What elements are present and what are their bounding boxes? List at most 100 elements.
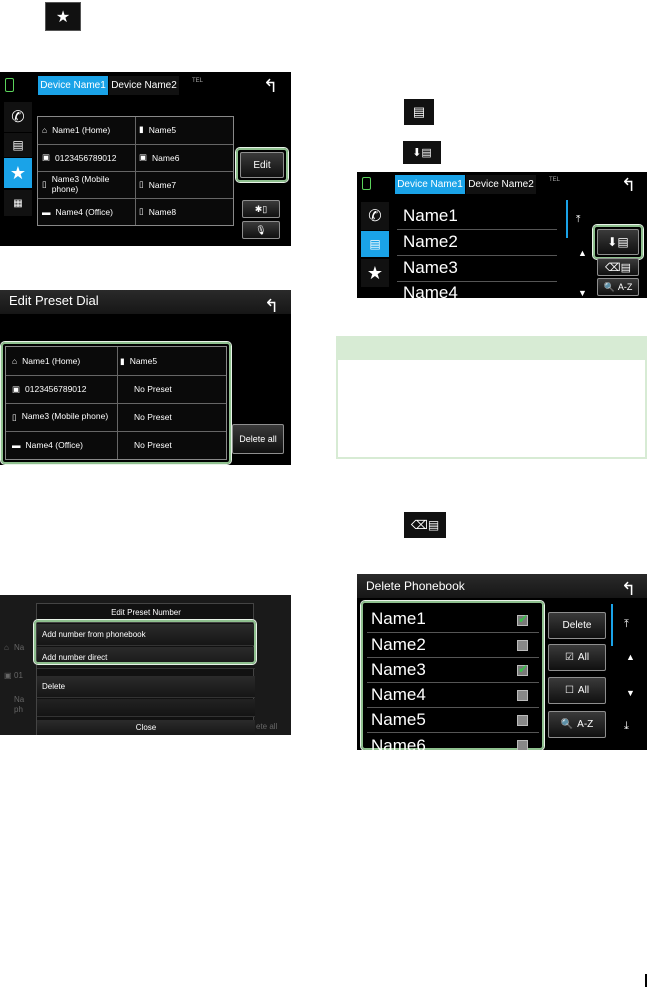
star-icon-box: ★ — [45, 2, 81, 31]
preset-cell[interactable]: ⌂ Name1 (Home) — [42, 116, 136, 143]
scrollbar[interactable] — [611, 604, 613, 646]
phonebook-icon-box: ▤ — [404, 99, 434, 125]
delete-all-button[interactable]: Delete all — [232, 424, 284, 454]
list-item[interactable]: Name1 — [371, 609, 426, 629]
list-item[interactable]: Name5 — [371, 710, 426, 730]
checkbox-checked-icon: ☑ — [564, 652, 574, 663]
check-all-button[interactable]: ☑ All — [548, 644, 606, 671]
preset-cell[interactable]: ▬ Name4 (Office) — [42, 198, 136, 225]
preset-star-icon[interactable]: ★ — [4, 158, 32, 188]
preset-cell[interactable]: ▮ Name5 — [139, 116, 233, 143]
scroll-top-icon[interactable]: ⤒ — [576, 214, 580, 225]
bg-fragment: ete all — [256, 722, 278, 731]
preset-cell[interactable]: ▬ Name4 (Office) — [12, 431, 116, 459]
tel-status: TEL — [192, 78, 204, 84]
preset-cell[interactable]: No Preset — [134, 375, 228, 403]
phone-status-icon — [362, 177, 371, 190]
az-search-button[interactable]: 🔍 A-Z — [548, 711, 606, 738]
uncheck-all-button[interactable]: ☐ All — [548, 677, 606, 704]
scrollbar[interactable] — [566, 200, 568, 238]
bg-fragment: Na — [14, 643, 25, 652]
checkbox[interactable] — [517, 690, 528, 701]
mobile-icon: ▯ — [12, 411, 17, 422]
delete-button[interactable]: Delete — [548, 612, 606, 639]
tab-device-name1[interactable]: Device Name1 — [395, 175, 465, 194]
preset-cell[interactable]: ▮ Name5 — [120, 347, 224, 375]
edit-preset-number-screen: Na 01 Na ph ete all ⌂ ▣ Edit Preset Numb… — [0, 595, 291, 735]
dialog-title: Edit Preset Number — [111, 608, 181, 617]
preset-screen: Device Name1 Device Name2 TEL ↰ ✆ ▤ ★ ▦ … — [0, 72, 291, 246]
menu-empty-row — [37, 699, 255, 717]
scroll-up-icon[interactable]: ▲ — [626, 652, 635, 662]
mobile-icon: ▯ — [42, 179, 47, 189]
preset-cell[interactable]: No Preset — [134, 431, 228, 459]
preset-cell[interactable]: ▣ 0123456789012 — [12, 375, 116, 403]
bt-settings-button[interactable]: ✱▯ — [242, 200, 280, 218]
checkbox[interactable] — [517, 662, 528, 676]
bg-icon: ▣ — [4, 671, 12, 680]
phonebook-screen: Device Name1 Device Name2 TEL ↰ ✆ ▤ ★ Na… — [357, 172, 647, 298]
page-marker — [645, 974, 647, 987]
tab-device-name1[interactable]: Device Name1 — [38, 76, 108, 95]
office-icon: ▬ — [42, 206, 51, 217]
scroll-up-icon[interactable]: ▲ — [578, 248, 587, 258]
note-box — [336, 336, 647, 459]
contact-icon: ▮ — [139, 124, 144, 134]
note-header — [338, 338, 645, 360]
menu-item-delete[interactable]: Delete — [37, 676, 255, 698]
contact-icon: ▮ — [120, 355, 125, 366]
preset-star-icon[interactable]: ★ — [361, 259, 389, 287]
call-history-icon[interactable]: ✆ — [4, 102, 32, 132]
checkbox[interactable] — [517, 612, 528, 626]
edit-preset-screen: Edit Preset Dial ↰ ⌂ Name1 (Home) ▮ Name5 … — [0, 290, 291, 465]
preset-cell[interactable]: ▣ Name6 — [139, 144, 233, 171]
bg-icon: ⌂ — [4, 643, 9, 652]
scroll-bottom-icon[interactable]: ⤓ — [624, 720, 629, 733]
preset-cell[interactable]: ▣ 0123456789012 — [42, 144, 136, 171]
phonebook-icon[interactable]: ▤ — [4, 133, 32, 157]
back-icon[interactable]: ↰ — [621, 175, 636, 196]
voice-recognition-button[interactable]: 🎙 — [242, 221, 280, 239]
scroll-down-icon[interactable]: ▼ — [578, 288, 587, 298]
download-phonebook-button[interactable]: ⬇▤ — [597, 229, 639, 255]
delete-phonebook-icon-box: ⌫▤ — [404, 512, 446, 538]
call-history-icon[interactable]: ✆ — [361, 202, 389, 230]
preset-cell[interactable]: ▯ Name8 — [139, 198, 233, 225]
list-item[interactable]: Name6 — [371, 736, 426, 750]
phonebook-icon[interactable]: ▤ — [361, 231, 389, 257]
preset-cell[interactable]: ⌂ Name1 (Home) — [12, 347, 116, 375]
preset-cell[interactable]: ▯ Name3 (Mobile phone) — [42, 171, 136, 198]
scroll-down-icon[interactable]: ▼ — [626, 688, 635, 698]
checkbox[interactable] — [517, 640, 528, 651]
delete-phonebook-screen: Delete Phonebook ↰ Name1 Name2 Name3 Nam… — [357, 574, 647, 750]
phone-status-icon — [5, 78, 14, 92]
back-icon[interactable]: ↰ — [263, 76, 278, 97]
list-item[interactable]: Name2 — [371, 635, 426, 655]
bg-fragment: Na — [14, 695, 25, 704]
bg-fragment: ph — [14, 705, 23, 714]
list-item[interactable]: Name3 — [371, 660, 426, 680]
keypad-icon[interactable]: ▦ — [4, 190, 32, 216]
list-item[interactable]: Name1 — [403, 206, 458, 226]
checkbox[interactable] — [517, 715, 528, 726]
number-icon: ▣ — [42, 152, 51, 162]
tab-device-name2[interactable]: Device Name2 — [466, 175, 536, 194]
page-title: Delete Phonebook — [366, 579, 465, 593]
scroll-top-icon[interactable]: ⤒ — [624, 618, 629, 631]
back-icon[interactable]: ↰ — [621, 579, 636, 600]
list-item[interactable]: Name3 — [403, 258, 458, 278]
close-button[interactable]: Close — [37, 720, 255, 735]
home-icon: ⌂ — [42, 124, 48, 135]
edit-button[interactable]: Edit — [240, 152, 284, 178]
list-item[interactable]: Name4 — [371, 685, 426, 705]
tab-device-name2[interactable]: Device Name2 — [109, 76, 179, 95]
delete-phonebook-button[interactable]: ⌫▤ — [597, 258, 639, 276]
list-item[interactable]: Name4 — [403, 283, 458, 298]
preset-cell[interactable]: No Preset — [134, 403, 228, 431]
list-item[interactable]: Name2 — [403, 232, 458, 252]
az-search-button[interactable]: 🔍 A-Z — [597, 278, 639, 296]
preset-cell[interactable]: ▯ Name7 — [139, 171, 233, 198]
preset-cell[interactable]: ▯ Name3 (Mobile phone) — [12, 403, 116, 431]
back-icon[interactable]: ↰ — [264, 296, 279, 317]
checkbox[interactable] — [517, 740, 528, 750]
